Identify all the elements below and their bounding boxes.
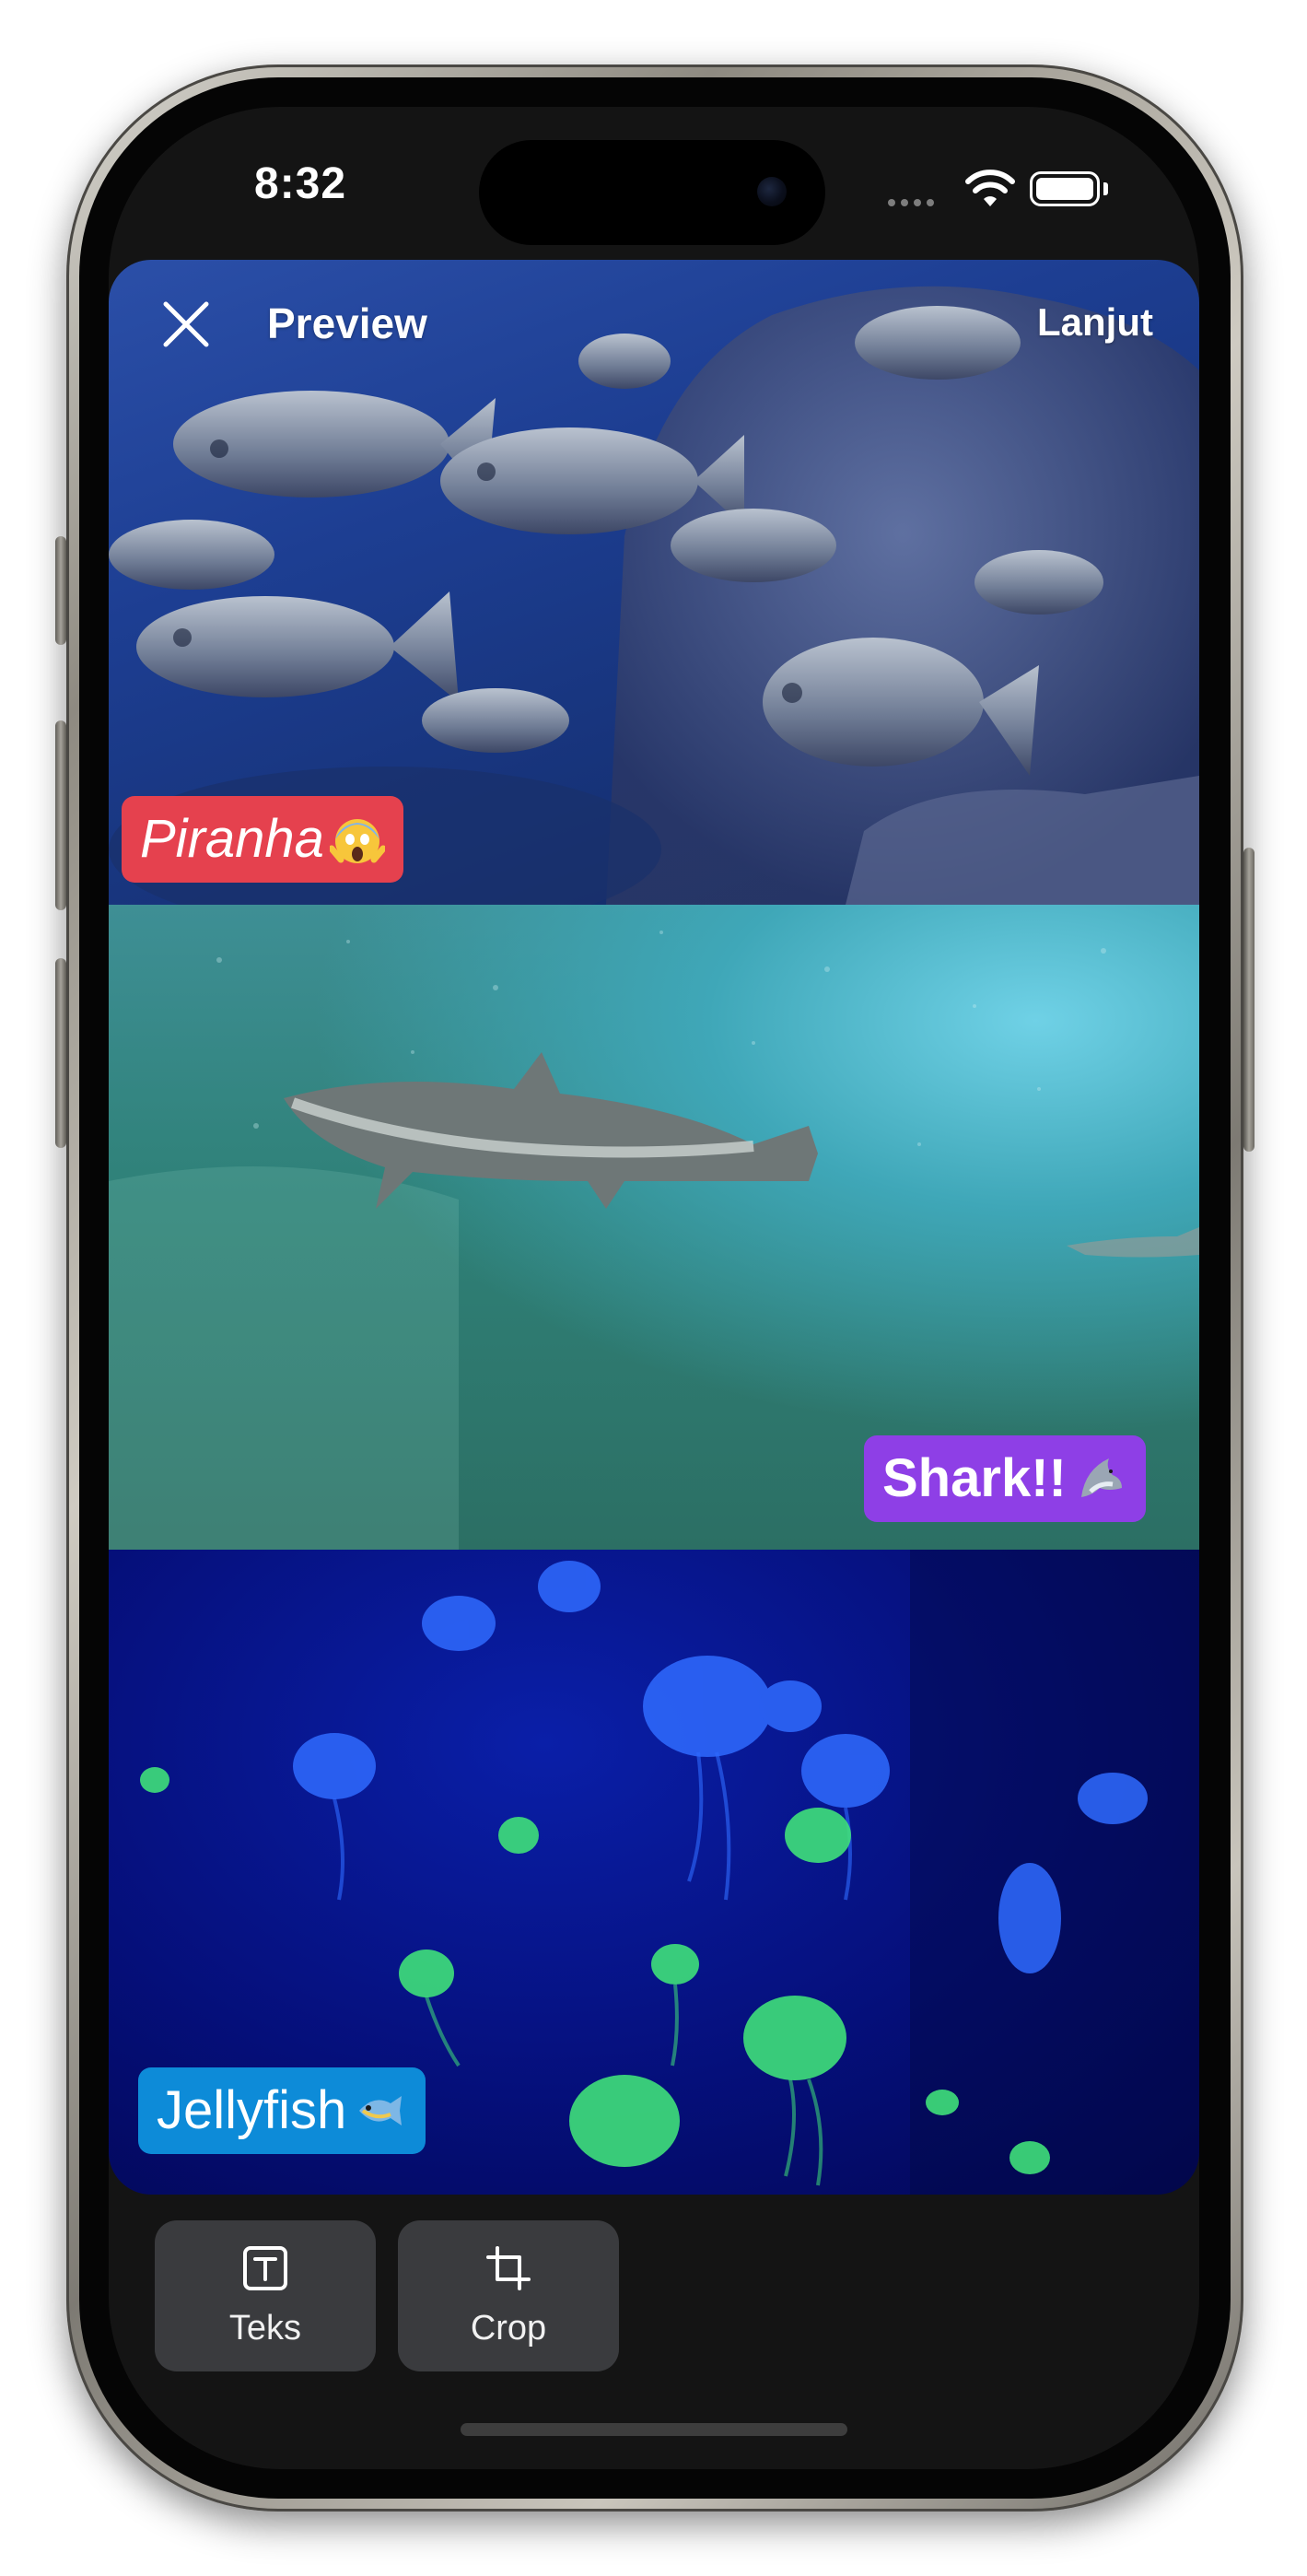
crop-icon — [486, 2246, 531, 2290]
text-tool-button[interactable]: Teks — [155, 2220, 376, 2371]
battery-icon — [1030, 171, 1100, 206]
cellular-signal-icon — [888, 199, 934, 206]
crop-tool-button[interactable]: Crop — [398, 2220, 619, 2371]
home-indicator[interactable] — [461, 2423, 847, 2436]
crop-tool-label: Crop — [470, 2309, 547, 2348]
caption-tag-piranha[interactable]: Piranha — [122, 796, 403, 883]
caption-tag-shark[interactable]: Shark!! — [864, 1435, 1146, 1522]
collage-preview[interactable]: Piranha Shark!! Jellyfish Preview Lanjut — [109, 260, 1199, 2195]
fish-emoji-icon — [359, 2096, 403, 2125]
caption-text: Jellyfish — [157, 2080, 347, 2140]
scream-emoji-icon — [329, 819, 385, 863]
photo-jellyfish[interactable]: Jellyfish — [109, 1550, 1199, 2195]
dynamic-island — [479, 140, 825, 245]
power-button — [1243, 848, 1254, 1152]
caption-text: Shark!! — [882, 1448, 1067, 1508]
status-time: 8:32 — [254, 159, 347, 208]
caption-tag-jellyfish[interactable]: Jellyfish — [138, 2067, 426, 2154]
wifi-icon — [965, 170, 1015, 206]
shark-emoji-icon — [1080, 1458, 1122, 1497]
battery-cap — [1103, 182, 1108, 195]
photo-shark[interactable]: Shark!! — [109, 905, 1199, 1550]
close-icon[interactable] — [158, 297, 214, 352]
text-tool-label: Teks — [228, 2309, 302, 2348]
front-camera — [757, 177, 787, 206]
phone-screen: 8:32 Piranha Shark!! Jellyfish Preview L… — [109, 107, 1199, 2469]
photo-piranha[interactable]: Piranha — [109, 260, 1199, 905]
page-title: Preview — [267, 299, 427, 347]
volume-down-button — [55, 958, 66, 1148]
action-button — [55, 536, 66, 645]
caption-text: Piranha — [140, 809, 324, 869]
volume-up-button — [55, 720, 66, 910]
text-box-icon — [243, 2246, 287, 2290]
next-button[interactable]: Lanjut — [1037, 300, 1153, 345]
